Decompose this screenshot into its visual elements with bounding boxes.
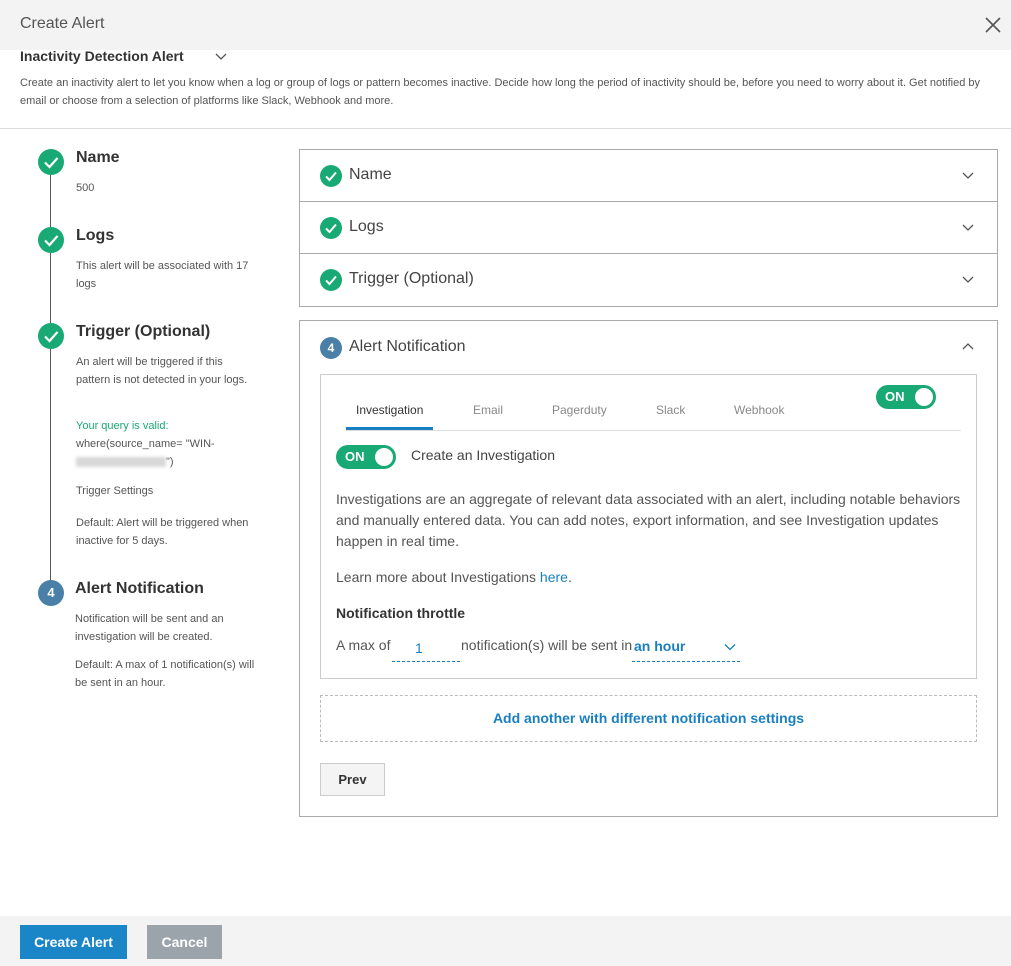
throttle-period-select[interactable]: an hour: [632, 635, 740, 662]
check-icon: [320, 217, 342, 239]
prev-button[interactable]: Prev: [320, 763, 385, 796]
throttle-count-input[interactable]: [392, 634, 460, 662]
step-text: Notification will be sent and an investi…: [75, 613, 224, 643]
check-icon: [38, 149, 64, 175]
step-number: 4: [38, 580, 64, 606]
throttle-prefix: A max of: [336, 637, 391, 653]
notification-settings-box: Investigation Email Pagerduty Slack Webh…: [320, 374, 977, 679]
accordion-trigger[interactable]: Trigger (Optional): [300, 254, 997, 306]
investigation-toggle[interactable]: ON: [336, 445, 396, 469]
throttle-title: Notification throttle: [336, 605, 466, 621]
modal-title: Create Alert: [20, 15, 105, 32]
create-alert-button[interactable]: Create Alert: [20, 925, 127, 959]
accordion-label: Logs: [349, 218, 384, 235]
toggle-knob: [915, 388, 933, 406]
query-text: where(source_name= "WIN-: [76, 438, 215, 450]
chevron-down-icon: [215, 53, 227, 60]
toggle-label: ON: [345, 449, 365, 464]
divider: [0, 128, 1011, 129]
step-number: 4: [320, 337, 342, 359]
add-another-button[interactable]: Add another with different notification …: [320, 695, 977, 742]
check-icon: [38, 323, 64, 349]
alert-notification-panel: 4 Alert Notification Investigation Email…: [299, 320, 998, 817]
modal-header: Create Alert: [0, 0, 1011, 50]
throttle-period-value: an hour: [634, 638, 686, 654]
step-text: This alert will be associated with 17 lo…: [76, 260, 249, 290]
cancel-button[interactable]: Cancel: [147, 925, 222, 959]
investigation-description: Investigations are an aggregate of relev…: [336, 491, 961, 549]
tab-email[interactable]: Email: [473, 403, 503, 417]
step-text: 500: [76, 182, 95, 194]
learn-more: Learn more about Investigations here.: [336, 567, 966, 588]
tab-investigation[interactable]: Investigation: [356, 403, 423, 417]
create-investigation-label: Create an Investigation: [411, 447, 555, 463]
accordion-label: Name: [349, 166, 392, 183]
step-text: An alert will be triggered if this patte…: [76, 356, 248, 386]
check-icon: [320, 269, 342, 291]
toggle-label: ON: [885, 389, 905, 404]
step-title: Trigger (Optional): [76, 323, 211, 340]
query-valid-label: Your query is valid:: [76, 420, 169, 432]
alert-type-label: Inactivity Detection Alert: [20, 48, 184, 64]
tab-pagerduty[interactable]: Pagerduty: [552, 403, 607, 417]
here-link[interactable]: here: [540, 569, 568, 585]
redacted-text: [76, 457, 166, 468]
tab-slack[interactable]: Slack: [656, 403, 685, 417]
query-status: Your query is valid: where(source_name= …: [76, 417, 256, 471]
notification-tabs: Investigation Email Pagerduty Slack Webh…: [346, 375, 961, 431]
step-title: Logs: [76, 227, 115, 244]
check-icon: [38, 227, 64, 253]
chevron-down-icon: [724, 644, 736, 651]
learn-more-text: Learn more about Investigations: [336, 569, 540, 585]
accordion-logs[interactable]: Logs: [300, 202, 997, 254]
trigger-settings-label: Trigger Settings: [76, 485, 154, 497]
step-title: Alert Notification: [75, 580, 204, 597]
close-icon[interactable]: [983, 15, 1003, 35]
query-end: "): [166, 456, 174, 468]
panel-title: Alert Notification: [349, 338, 466, 355]
toggle-knob: [375, 448, 393, 466]
chevron-down-icon: [962, 172, 974, 179]
check-icon: [320, 165, 342, 187]
chevron-up-icon[interactable]: [961, 342, 975, 352]
step-title: Name: [76, 149, 120, 166]
period: .: [567, 569, 572, 585]
notification-master-toggle[interactable]: ON: [876, 385, 936, 409]
tab-webhook[interactable]: Webhook: [734, 403, 784, 417]
chevron-down-icon: [962, 224, 974, 231]
throttle-middle: notification(s) will be sent in: [461, 637, 633, 653]
alert-type-dropdown[interactable]: Inactivity Detection Alert: [20, 48, 228, 64]
alert-description: Create an inactivity alert to let you kn…: [20, 77, 980, 107]
modal-footer: Create Alert Cancel: [0, 916, 1011, 966]
accordion-name[interactable]: Name: [300, 150, 997, 202]
active-tab-indicator: [346, 427, 433, 430]
step-default-text: Default: A max of 1 notification(s) will…: [75, 659, 255, 689]
trigger-settings-text: Default: Alert will be triggered when in…: [76, 517, 249, 547]
accordion-label: Trigger (Optional): [349, 270, 474, 287]
chevron-down-icon: [962, 276, 974, 283]
completed-sections: Name Logs Trigger (Optional): [299, 149, 998, 307]
